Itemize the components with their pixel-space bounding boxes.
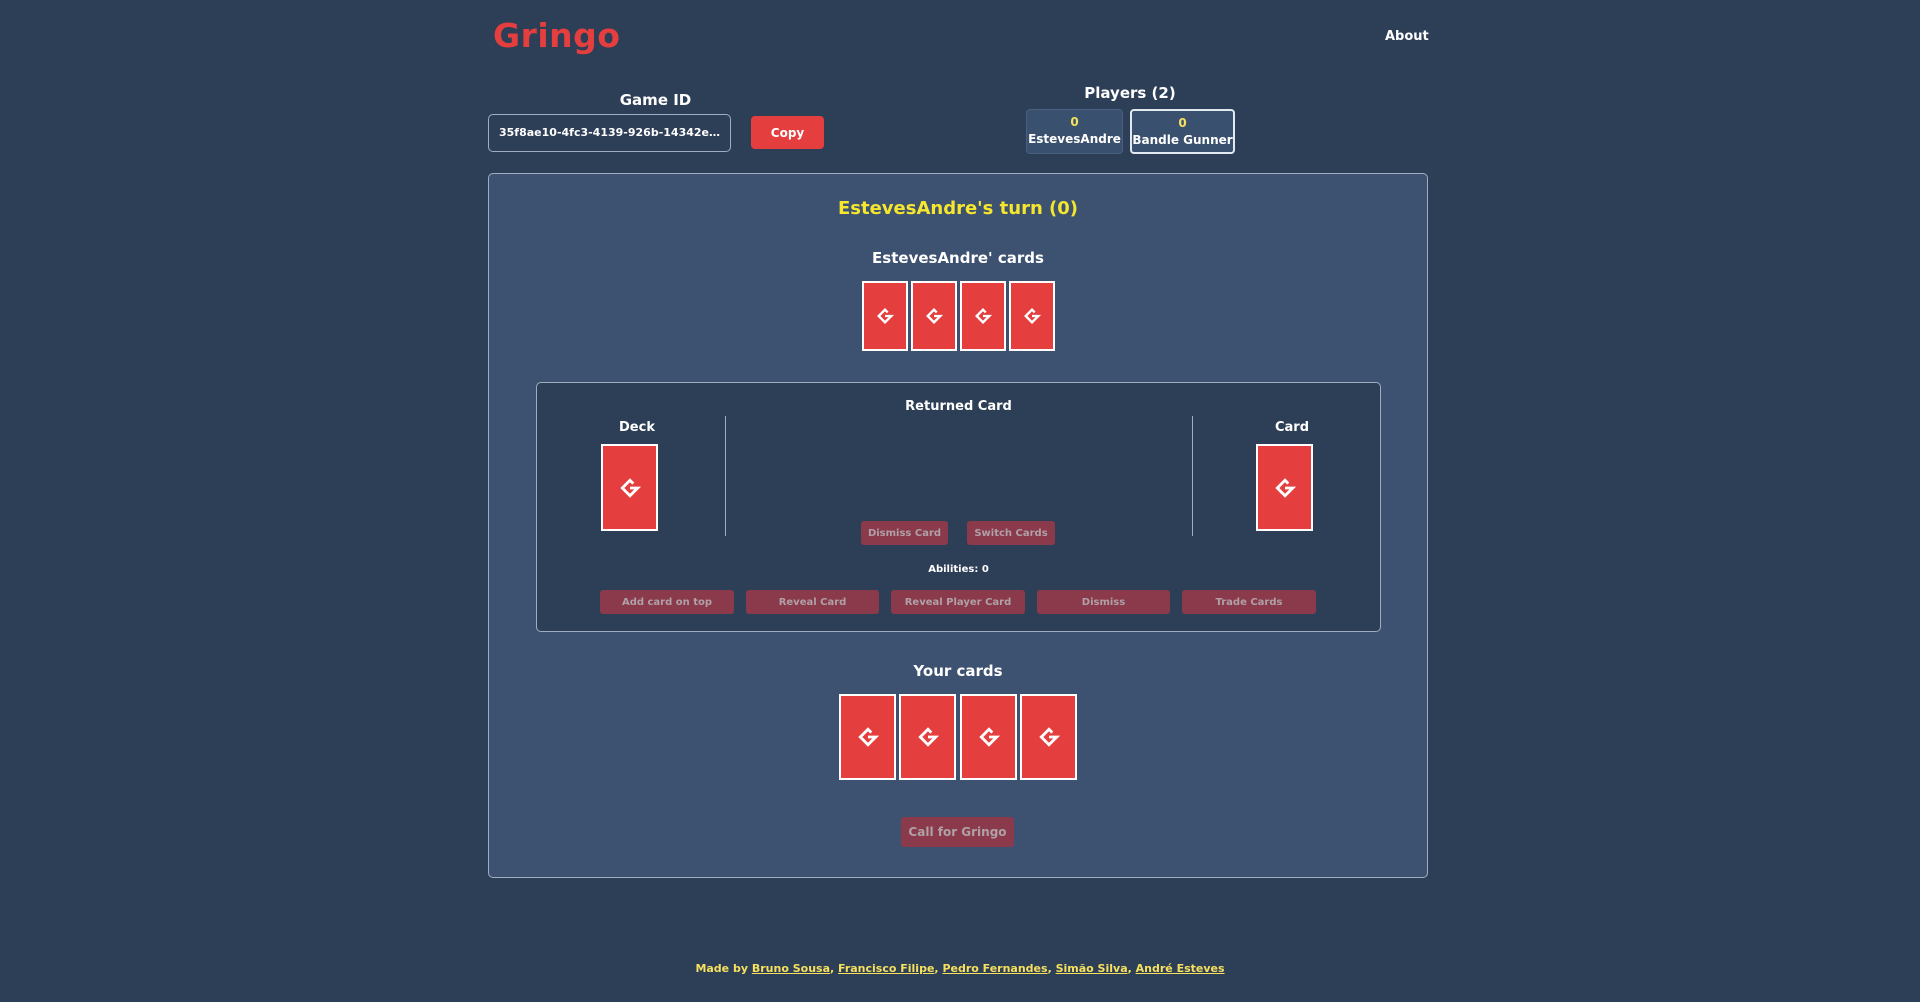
game-board: EstevesAndre's turn (0) EstevesAndre' ca… [488,173,1428,878]
opponent-card[interactable] [1009,281,1055,351]
opponent-cards-label: EstevesAndre' cards [872,249,1044,267]
player-score: 0 [1178,116,1187,130]
footer-credits: Made by Bruno Sousa, Francisco Filipe, P… [695,962,1225,975]
abilities-count: Abilities: 0 [928,564,989,575]
player-score: 0 [1070,115,1079,129]
player-chip-bandle-gunner: 0 Bandle Gunner [1130,109,1235,154]
card-label: Card [1274,420,1310,435]
your-card[interactable] [899,694,956,780]
opponent-card[interactable] [862,281,908,351]
card-back-icon [978,727,1000,747]
play-area: Deck Returned Card Dismiss Card Switch C… [536,382,1381,632]
card-back-icon [926,308,943,324]
returned-card-label: Returned Card [905,399,1012,414]
game-id-field[interactable]: 35f8ae10-4fc3-4139-926b-14342e7... [488,114,731,152]
copy-button[interactable]: Copy [751,116,824,149]
your-cards-label: Your cards [913,662,1003,680]
card-back-icon [1274,477,1296,498]
card-back-icon [1024,308,1041,324]
drawn-card[interactable] [1256,444,1313,531]
reveal-card-button[interactable]: Reveal Card [746,590,879,614]
gringo-logo[interactable]: Gringo [493,16,620,55]
turn-indicator: EstevesAndre's turn (0) [837,198,1079,219]
trade-cards-button[interactable]: Trade Cards [1182,590,1316,614]
dismiss-button[interactable]: Dismiss [1037,590,1170,614]
card-back-icon [975,308,992,324]
footer-prefix: Made by [695,962,752,975]
card-back-icon [857,727,879,747]
player-name: EstevesAndre [1028,132,1121,146]
divider [1192,416,1193,536]
card-back-icon [917,727,939,747]
deck-label: Deck [619,420,655,435]
switch-cards-button[interactable]: Switch Cards [967,521,1055,545]
player-name: Bandle Gunner [1132,133,1233,147]
card-back-icon [619,477,641,498]
your-card[interactable] [960,694,1017,780]
author-link[interactable]: André Esteves [1136,962,1225,975]
players-label: Players (2) [1084,84,1176,102]
about-link[interactable]: About [1385,29,1429,44]
your-card[interactable] [839,694,896,780]
opponent-card[interactable] [911,281,957,351]
opponent-card[interactable] [960,281,1006,351]
divider [725,416,726,536]
reveal-player-card-button[interactable]: Reveal Player Card [891,590,1025,614]
author-link[interactable]: Francisco Filipe [838,962,934,975]
dismiss-card-button[interactable]: Dismiss Card [861,521,948,545]
deck-card[interactable] [601,444,658,531]
author-link[interactable]: Simão Silva [1056,962,1128,975]
author-link[interactable]: Bruno Sousa [752,962,830,975]
call-for-gringo-button[interactable]: Call for Gringo [901,817,1014,847]
author-link[interactable]: Pedro Fernandes [942,962,1047,975]
card-back-icon [877,308,894,324]
player-chip-estevesandre: 0 EstevesAndre [1026,109,1123,154]
game-id-label: Game ID [619,91,692,109]
your-card[interactable] [1020,694,1077,780]
add-card-on-top-button[interactable]: Add card on top [600,590,734,614]
card-back-icon [1038,727,1060,747]
